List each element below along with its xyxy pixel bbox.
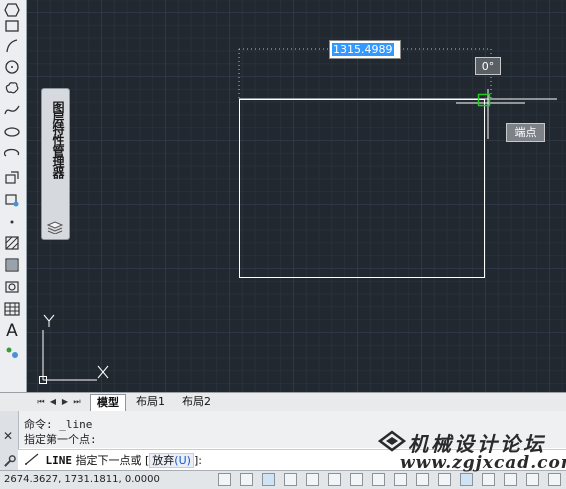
undo-option-key[interactable]: (U) [174,454,191,467]
table-icon[interactable] [2,299,22,319]
workspace-icon[interactable] [526,473,539,486]
spline-icon[interactable] [2,100,22,120]
circle-icon[interactable] [2,57,22,77]
lineweight-icon[interactable] [416,473,429,486]
prompt-command: LINE [45,454,73,467]
selection-cycling-icon[interactable] [482,473,495,486]
point-icon[interactable] [2,212,22,232]
object-snap-tracking-icon[interactable] [372,473,385,486]
endpoint-snap-tooltip: 端点 [506,123,545,142]
history-line: 命令: _line [24,418,93,431]
close-icon[interactable]: ✕ [3,429,13,443]
palette-title: 图层特性管理器 [51,101,65,178]
make-block-icon[interactable] [2,190,22,210]
undo-option-label[interactable]: 放弃 [152,454,174,467]
ellipse-icon[interactable] [2,122,22,142]
dynamic-distance-value[interactable]: 1315.4989 [332,43,394,56]
region-icon[interactable] [2,277,22,297]
rectangle-icon[interactable] [2,16,22,36]
tab-layout1[interactable]: 布局1 [130,394,171,410]
gradient-icon[interactable] [2,255,22,275]
command-history: 命令: _line 指定第一个点: [0,411,566,448]
tab-layout2[interactable]: 布局2 [176,394,217,410]
grid-display-icon[interactable] [262,473,275,486]
last-tab-nav-icon[interactable]: ⏭ [72,396,82,408]
polar-tracking-icon[interactable] [328,473,341,486]
revision-cloud-icon[interactable] [2,78,22,98]
history-line: 指定第一个点: [24,433,97,446]
layers-icon [46,219,64,235]
add-selected-icon[interactable] [2,342,22,362]
angle-tooltip: 0° [475,57,501,75]
object-snap-icon[interactable] [394,473,407,486]
ortho-icon[interactable] [306,473,319,486]
draw-toolbar: A [0,0,27,392]
first-tab-nav-icon[interactable]: ⏮ [36,396,46,408]
transparency-icon[interactable] [460,473,473,486]
command-input-line[interactable]: LINE 指定下一点或 [放弃(U)]: [18,449,566,471]
model-space-icon[interactable] [218,473,231,486]
tab-model[interactable]: 模型 [90,394,126,411]
prev-tab-nav-icon[interactable]: ◀ [48,396,58,408]
ellipse-arc-icon[interactable] [2,144,22,164]
hatch-icon[interactable] [2,233,22,253]
dots-icon[interactable] [240,473,253,486]
prompt-text: 指定下一点或 [75,454,142,467]
next-tab-nav-icon[interactable]: ▶ [60,396,70,408]
crosshair-icon[interactable] [438,473,451,486]
annotation-icon[interactable] [504,473,517,486]
customization-icon[interactable] [548,473,561,486]
wrench-icon[interactable] [3,453,16,467]
coordinate-readout: 2674.3627, 1731.1811, 0.0000 [4,474,160,485]
arc-icon[interactable] [2,36,22,56]
multiline-text-icon[interactable]: A [2,321,22,341]
layer-properties-palette[interactable]: 图层特性管理器 [41,88,70,240]
option-bracket-close: ]: [193,454,202,467]
status-bar: 2674.3627, 1731.1811, 0.0000 [0,470,566,489]
isodraft-icon[interactable] [350,473,363,486]
line-command-icon [24,451,42,472]
dynamic-distance-input[interactable]: 1315.4989 [329,40,401,59]
layout-tab-bar: ⏮ ◀ ▶ ⏭ 模型 布局1 布局2 [0,392,566,411]
insert-block-icon[interactable] [2,168,22,188]
snap-mode-icon[interactable] [284,473,297,486]
undo-option: 放弃(U) [149,453,194,468]
